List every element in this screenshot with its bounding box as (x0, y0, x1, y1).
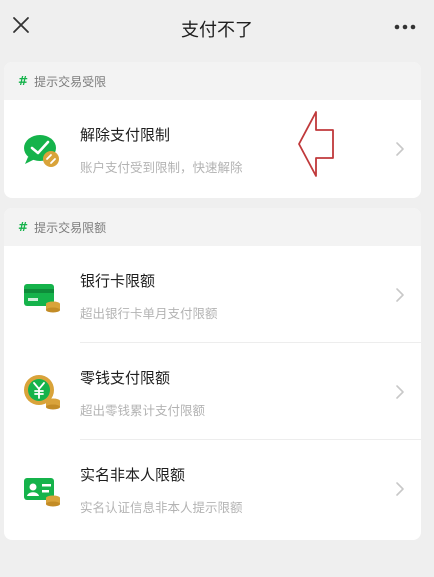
unlock-payment-icon (24, 135, 59, 167)
more-icon[interactable] (394, 24, 416, 30)
list-item-unlock-payment[interactable]: 解除支付限制 账户支付受到限制，快速解除 (4, 100, 421, 197)
left-arrow-pointer-icon (298, 111, 334, 177)
chevron-right-icon (396, 288, 404, 302)
section-header: # 提示交易受限 (4, 62, 421, 100)
hash-icon: # (18, 74, 29, 88)
page-title: 支付不了 (181, 20, 253, 41)
section-trade-restricted: # 提示交易受限 解除支付限制 账户支付受到限制，快速解除 (4, 62, 421, 198)
id-card-icon (24, 478, 60, 507)
list-item-non-owner-limit[interactable]: 实名非本人限额 实名认证信息非本人提示限额 (4, 440, 421, 537)
chevron-right-icon (396, 142, 404, 156)
section-trade-limits: # 提示交易限额 银行卡限额 超出银行卡单月支付限额 零钱支付限额 超出零钱累计 (4, 208, 421, 540)
hash-icon: # (18, 220, 29, 234)
chevron-right-icon (396, 482, 404, 496)
list-item-change-limit[interactable]: 零钱支付限额 超出零钱累计支付限额 (4, 343, 421, 440)
chevron-right-icon (396, 385, 404, 399)
item-label: 解除支付限制 (80, 126, 171, 144)
yuan-coin-icon (24, 375, 60, 410)
bank-card-icon (24, 284, 60, 313)
list-item-bank-card-limit[interactable]: 银行卡限额 超出银行卡单月支付限额 (4, 246, 421, 343)
item-description: 实名认证信息非本人提示限额 (80, 500, 243, 515)
item-description: 账户支付受到限制，快速解除 (80, 160, 243, 175)
item-label: 银行卡限额 (80, 272, 156, 290)
section-title: 提示交易限额 (34, 220, 107, 235)
section-header: # 提示交易限额 (4, 208, 421, 246)
top-bar: 支付不了 (0, 0, 434, 56)
item-description: 超出银行卡单月支付限额 (80, 306, 218, 321)
item-label: 零钱支付限额 (80, 369, 171, 387)
item-label: 实名非本人限额 (80, 466, 186, 484)
item-description: 超出零钱累计支付限额 (80, 403, 206, 418)
section-title: 提示交易受限 (34, 74, 107, 89)
